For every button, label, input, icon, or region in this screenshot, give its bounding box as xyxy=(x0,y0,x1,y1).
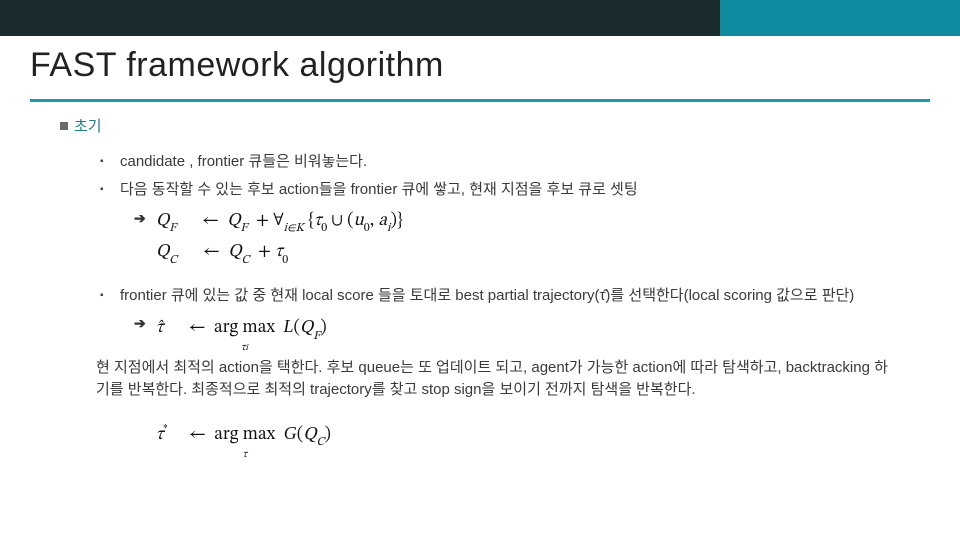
paragraph-text: 현 지점에서 최적의 action을 택한다. 후보 queue는 또 업데이트… xyxy=(60,357,900,402)
bullet-text: candidate , frontier 큐들은 비워놓는다. xyxy=(120,151,367,174)
bullet-text: 다음 동작할 수 있는 후보 action들을 frontier 큐에 쌓고, … xyxy=(120,179,638,202)
section-label-init: 초기 xyxy=(74,116,102,139)
slide-title: FAST framework algorithm xyxy=(30,46,930,85)
formula-taustar: τ* ← arg maxτ G(QC) xyxy=(156,426,331,444)
bullet-text: frontier 큐에 있는 값 중 현재 local score 들을 토대로… xyxy=(120,285,854,308)
sub-bullet-icon xyxy=(96,179,120,202)
arrow-icon xyxy=(132,208,156,231)
sub-bullet-icon xyxy=(96,285,120,308)
slide-content: 초기 candidate , frontier 큐들은 비워놓는다. 다음 동작… xyxy=(0,102,960,449)
bullet-icon xyxy=(60,122,74,132)
top-accent-dark xyxy=(0,0,720,36)
formula-qf: QF ← QF + ∀i∈K {τ0 ∪ (u0, ai)} xyxy=(156,208,403,236)
top-accent-teal xyxy=(720,0,960,36)
arrow-icon xyxy=(132,313,156,336)
top-accent-bar xyxy=(0,0,960,36)
formula-tauhat: τ̂ ← arg maxτi L(QF) xyxy=(156,313,327,343)
sub-bullet-icon xyxy=(96,151,120,174)
formula-qc: QC ← QC + τ0 xyxy=(156,239,288,267)
